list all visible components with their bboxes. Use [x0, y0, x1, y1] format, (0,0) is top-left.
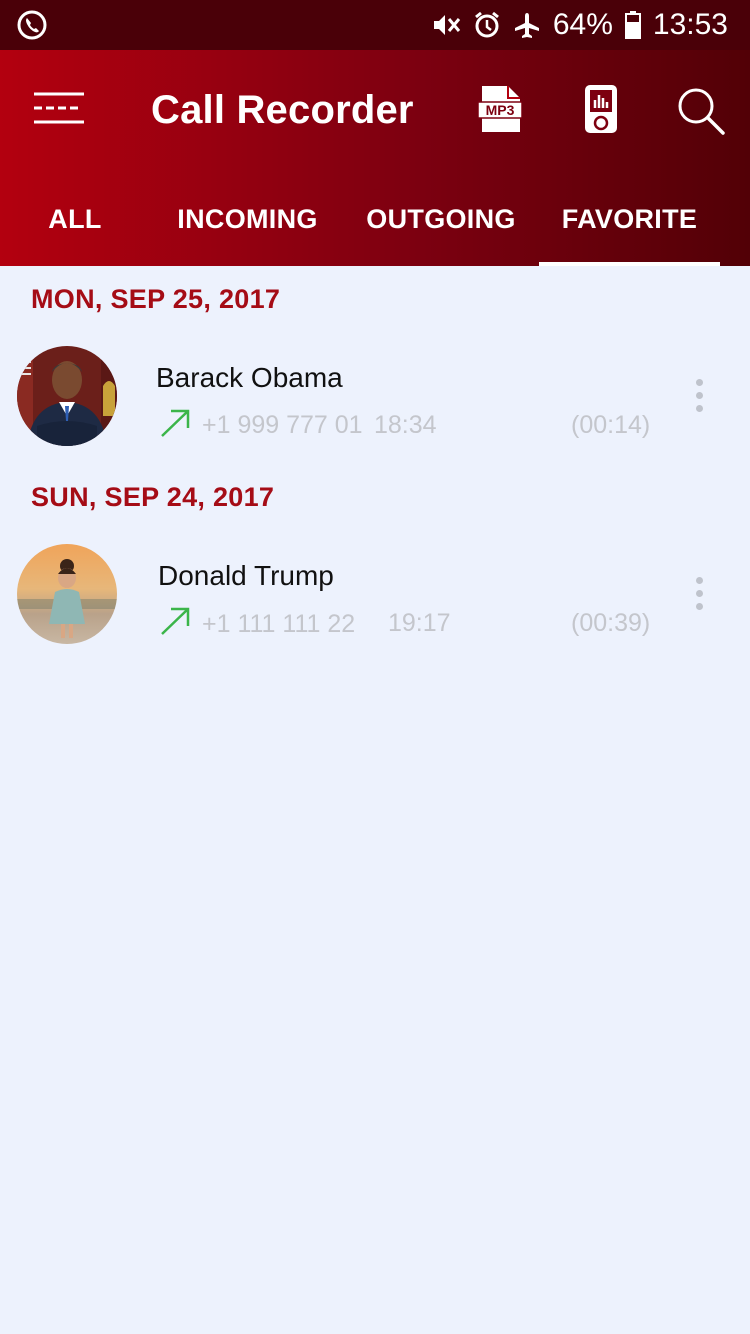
more-options-icon[interactable] [696, 379, 704, 418]
avatar [17, 346, 117, 446]
battery-text: 64% [552, 8, 613, 41]
call-icon [16, 9, 48, 46]
tab-incoming-label: INCOMING [177, 204, 318, 234]
call-time: 19:17 [388, 609, 451, 637]
tab-all[interactable]: ALL [15, 184, 135, 266]
tab-favorite[interactable]: FAVORITE [539, 184, 720, 266]
search-icon[interactable] [676, 86, 726, 141]
mp3-label: MP3 [486, 102, 515, 118]
call-duration: (00:39) [571, 609, 651, 637]
mute-icon [431, 11, 461, 39]
tab-incoming[interactable]: INCOMING [160, 184, 335, 266]
phone-number: +1 111 111 22 [202, 610, 356, 638]
call-time: 18:34 [374, 411, 437, 439]
airplane-icon [513, 11, 541, 39]
player-icon[interactable] [584, 84, 618, 139]
outgoing-arrow-icon [160, 408, 192, 443]
contact-name: Barack Obama [156, 362, 343, 393]
active-tab-indicator [539, 262, 720, 266]
more-options-icon[interactable] [696, 577, 704, 616]
tab-favorite-label: FAVORITE [561, 204, 698, 234]
mp3-icon[interactable]: MP3 [477, 84, 523, 139]
call-row[interactable]: Barack Obama +1 999 777 01 18:34 (00:14) [0, 346, 750, 466]
tab-outgoing[interactable]: OUTGOING [355, 184, 527, 266]
avatar [17, 544, 117, 644]
outgoing-arrow-icon [160, 606, 192, 641]
tab-outgoing-label: OUTGOING [366, 204, 516, 234]
date-header: MON, SEP 25, 2017 [31, 284, 281, 314]
status-bar: 64% 13:53 [0, 0, 750, 50]
clock: 13:53 [652, 8, 728, 41]
call-duration: (00:14) [571, 411, 651, 439]
app-title: Call Recorder [151, 88, 414, 132]
phone-number: +1 999 777 01 [202, 411, 363, 439]
contact-name: Donald Trump [158, 560, 334, 591]
menu-icon[interactable] [34, 90, 84, 126]
tab-bar: ALL INCOMING OUTGOING FAVORITE [0, 184, 750, 266]
date-header: SUN, SEP 24, 2017 [31, 482, 275, 512]
battery-icon [624, 11, 641, 39]
call-row[interactable]: Donald Trump +1 111 111 22 19:17 (00:39) [0, 544, 750, 664]
alarm-icon [473, 11, 501, 39]
app-bar: Call Recorder MP3 ALL INCOMING OUTGOING … [0, 50, 750, 266]
tab-all-label: ALL [48, 204, 102, 234]
